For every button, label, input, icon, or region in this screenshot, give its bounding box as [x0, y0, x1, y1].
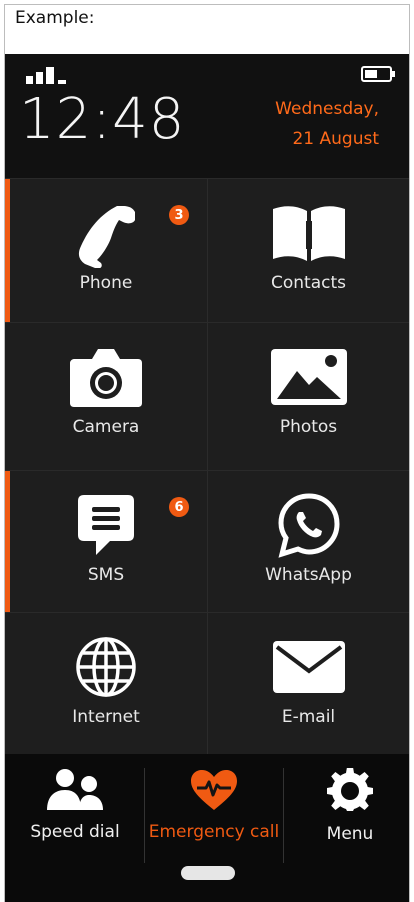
date-day: Wednesday,: [275, 99, 379, 119]
tile-camera[interactable]: Camera: [5, 323, 207, 470]
gear-icon: [327, 768, 373, 811]
heart-pulse-icon: [191, 770, 237, 810]
whatsapp-icon: [277, 493, 340, 558]
date-day-month: 21 August: [292, 129, 379, 149]
app-row: Camera Photos: [5, 322, 409, 470]
tile-phone[interactable]: 3 Phone: [5, 179, 207, 322]
people-icon: [47, 769, 103, 810]
tile-whatsapp[interactable]: WhatsApp: [207, 471, 409, 612]
globe-icon: [76, 637, 136, 697]
tile-email[interactable]: E-mail: [207, 613, 409, 754]
phone-badge: 3: [169, 205, 189, 225]
speed-dial-label: Speed dial: [30, 822, 120, 842]
battery-icon: [361, 66, 395, 82]
tile-label: WhatsApp: [265, 565, 352, 585]
contacts-book-icon: [272, 206, 345, 261]
tile-label: Phone: [79, 273, 133, 293]
divider: [144, 768, 145, 863]
menu-label: Menu: [326, 824, 374, 844]
menu-button[interactable]: Menu: [295, 768, 405, 878]
tile-photos[interactable]: Photos: [207, 323, 409, 470]
phone-screen: 12:48 Wednesday, 21 August 3 Phone Conta…: [5, 54, 409, 902]
app-row: 6 SMS WhatsApp: [5, 470, 409, 612]
app-grid: 3 Phone Contacts Camera Photos 6 SMS Wha…: [5, 178, 409, 754]
accent-bar: [5, 471, 10, 612]
status-area: 12:48 Wednesday, 21 August: [5, 54, 409, 178]
emergency-call-label: Emergency call: [148, 822, 280, 842]
divider: [283, 768, 284, 863]
speed-dial-button[interactable]: Speed dial: [15, 768, 135, 878]
photos-icon: [270, 349, 347, 405]
app-row: Internet E-mail: [5, 612, 409, 754]
app-row: 3 Phone Contacts: [5, 178, 409, 322]
sms-bubble-icon: [78, 495, 134, 555]
accent-bar: [5, 179, 10, 322]
tile-contacts[interactable]: Contacts: [207, 179, 409, 322]
home-indicator[interactable]: [181, 866, 235, 880]
tile-label: Photos: [279, 417, 338, 437]
tile-label: Internet: [72, 707, 140, 727]
example-caption: Example:: [15, 8, 95, 28]
envelope-icon: [272, 641, 345, 693]
bottom-bar: Speed dial Emergency call Menu: [5, 754, 409, 902]
tile-internet[interactable]: Internet: [5, 613, 207, 754]
emergency-call-button[interactable]: Emergency call: [146, 768, 282, 878]
phone-icon: [78, 206, 135, 268]
sms-badge: 6: [169, 497, 189, 517]
tile-label: Camera: [72, 417, 140, 437]
signal-icon: [26, 67, 66, 84]
tile-label: E-mail: [281, 707, 336, 727]
date-display: Wednesday, 21 August: [275, 94, 379, 154]
clock-time: 12:48: [19, 87, 186, 152]
tile-label: SMS: [87, 565, 125, 585]
tile-label: Contacts: [271, 273, 346, 293]
tile-sms[interactable]: 6 SMS: [5, 471, 207, 612]
camera-icon: [70, 349, 142, 407]
